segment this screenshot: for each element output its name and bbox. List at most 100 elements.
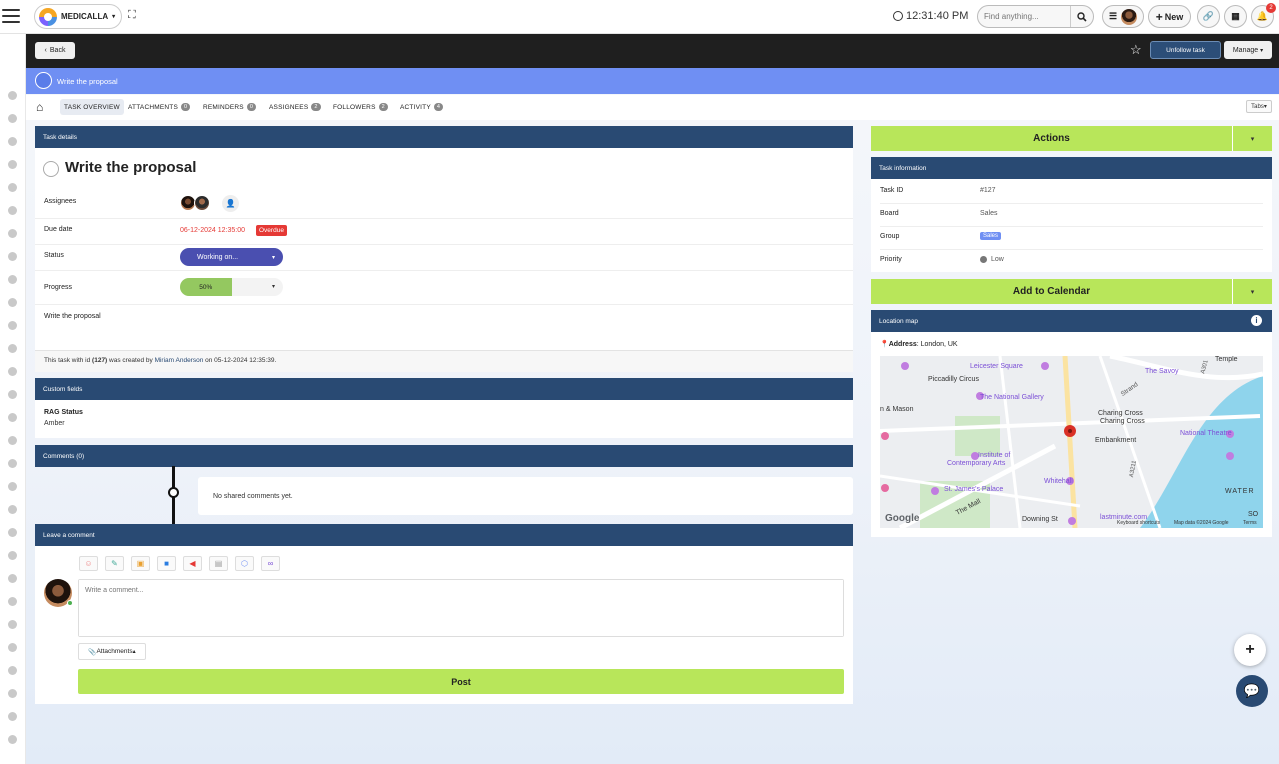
add-assignee-icon[interactable]: 👤: [222, 195, 239, 212]
progress-dropdown[interactable]: 50% ▾: [180, 278, 283, 296]
calendar-icon[interactable]: ▦: [1224, 5, 1247, 28]
map-label: National Theatre: [1180, 430, 1232, 437]
task-id-label: Task ID: [880, 187, 904, 194]
tab-assignees[interactable]: ASSIGNEES 2: [265, 99, 325, 115]
briefcase-icon[interactable]: [8, 321, 17, 330]
document-icon[interactable]: [8, 137, 17, 146]
search-icon[interactable]: [1070, 6, 1093, 27]
back-button[interactable]: ‹ Back: [35, 42, 75, 59]
report-icon[interactable]: [8, 597, 17, 606]
bot-icon[interactable]: [8, 712, 17, 721]
manage-button[interactable]: Manage ▾: [1224, 41, 1272, 59]
priority-dot: [980, 256, 987, 263]
tab-attachments[interactable]: ATTACHMENTS 0: [124, 99, 194, 115]
pen-icon[interactable]: [8, 643, 17, 652]
tab-count: 2: [378, 103, 388, 111]
search-input[interactable]: [978, 12, 1070, 21]
puzzle-icon[interactable]: [8, 298, 17, 307]
status-dropdown[interactable]: Working on... ▾: [180, 248, 283, 266]
divider: [35, 218, 853, 219]
chat-icon[interactable]: [8, 344, 17, 353]
menu-icon[interactable]: [2, 9, 20, 23]
due-date-label: Due date: [44, 226, 73, 233]
fire-icon[interactable]: [8, 482, 17, 491]
archive-icon[interactable]: [8, 459, 17, 468]
html-icon[interactable]: ⬡: [235, 556, 254, 571]
users-icon[interactable]: [8, 229, 17, 238]
info-icon[interactable]: i: [1251, 315, 1262, 326]
tab-activity[interactable]: ACTIVITY 4: [396, 99, 447, 115]
location-map[interactable]: Leicester Square The Savoy Temple Piccad…: [880, 356, 1263, 528]
clipboard-icon[interactable]: [8, 367, 17, 376]
tab-followers[interactable]: FOLLOWERS 2: [329, 99, 392, 115]
network-icon[interactable]: [8, 551, 17, 560]
chat-fab-button[interactable]: 💬: [1236, 675, 1268, 707]
grid-icon[interactable]: [8, 436, 17, 445]
table-icon[interactable]: [8, 574, 17, 583]
attachments-button[interactable]: 📎 Attachments ▴: [78, 643, 146, 660]
audio-icon[interactable]: ◀: [183, 556, 202, 571]
plane-icon[interactable]: [8, 735, 17, 744]
gif-icon[interactable]: ✎: [105, 556, 124, 571]
add-to-calendar-button[interactable]: Add to Calendar: [871, 279, 1232, 304]
due-date-value: 06-12-2024 12:35:00: [180, 227, 245, 234]
emoji-icon[interactable]: ☺: [79, 556, 98, 571]
progress-bar: 50%: [180, 278, 232, 296]
image-icon[interactable]: ▣: [131, 556, 150, 571]
tab-reminders[interactable]: REMINDERS 0: [199, 99, 260, 115]
home-icon[interactable]: ⌂: [36, 100, 43, 114]
complete-task-checkbox[interactable]: [43, 161, 59, 177]
divider: [880, 203, 1263, 204]
brand-name: MEDICALLA: [61, 12, 109, 21]
calendar-dropdown-toggle[interactable]: ▾: [1232, 279, 1272, 304]
list-icon[interactable]: [8, 505, 17, 514]
creator-link[interactable]: Miriam Anderson: [155, 357, 204, 364]
map-icon[interactable]: ▤: [209, 556, 228, 571]
map-label: SO: [1248, 511, 1259, 518]
box-icon[interactable]: [8, 275, 17, 284]
file-icon[interactable]: [8, 620, 17, 629]
star-icon[interactable]: ☆: [1130, 42, 1142, 58]
board-value: Sales: [980, 210, 998, 217]
rocket-icon[interactable]: [8, 390, 17, 399]
progress-label: Progress: [44, 284, 73, 291]
new-button[interactable]: + New: [1148, 5, 1191, 28]
unfollow-button[interactable]: Unfollow task: [1150, 41, 1221, 59]
custom-fields-body: [35, 400, 853, 438]
help-icon[interactable]: [8, 528, 17, 537]
home-icon[interactable]: [8, 91, 17, 100]
comment-input[interactable]: [79, 580, 843, 636]
link-icon[interactable]: 🔗: [1197, 5, 1220, 28]
globe-icon[interactable]: [8, 689, 17, 698]
megaphone-icon[interactable]: [8, 160, 17, 169]
map-attribution[interactable]: Terms: [1243, 520, 1257, 526]
fullscreen-icon[interactable]: ⛶: [128, 10, 139, 21]
tab-task-overview[interactable]: TASK OVERVIEW: [60, 99, 124, 115]
avatar[interactable]: [194, 195, 210, 211]
priority-value: Low: [991, 256, 1004, 263]
tabs-dropdown-button[interactable]: Tabs ▾: [1246, 100, 1272, 113]
search-icon[interactable]: [8, 183, 17, 192]
panel-title: Location map: [879, 317, 919, 325]
chevron-down-icon: ▾: [1250, 135, 1255, 143]
brand-selector[interactable]: MEDICALLA ▾: [34, 4, 122, 29]
task-info-header: Task information: [871, 157, 1272, 179]
user-menu-button[interactable]: ☰: [1102, 5, 1144, 28]
add-fab-button[interactable]: +: [1234, 634, 1266, 666]
dashboard-icon[interactable]: [8, 114, 17, 123]
folder-icon[interactable]: [8, 206, 17, 215]
tab-label: ATTACHMENTS: [128, 103, 178, 111]
actions-dropdown-toggle[interactable]: ▾: [1232, 126, 1272, 151]
link-icon[interactable]: ∞: [261, 556, 280, 571]
tabs-button-label: Tabs: [1251, 103, 1264, 110]
chevron-up-icon: ▴: [132, 649, 136, 655]
chevron-left-icon: ‹: [44, 47, 47, 54]
footer-text: on 05-12-2024 12:35:39.: [203, 357, 277, 364]
actions-button[interactable]: Actions: [871, 126, 1232, 151]
map-attribution[interactable]: Keyboard shortcuts: [1117, 520, 1160, 526]
settings-icon[interactable]: [8, 666, 17, 675]
inbox-icon[interactable]: [8, 413, 17, 422]
tag-icon[interactable]: [8, 252, 17, 261]
post-button[interactable]: Post: [78, 669, 844, 694]
video-icon[interactable]: ■: [157, 556, 176, 571]
